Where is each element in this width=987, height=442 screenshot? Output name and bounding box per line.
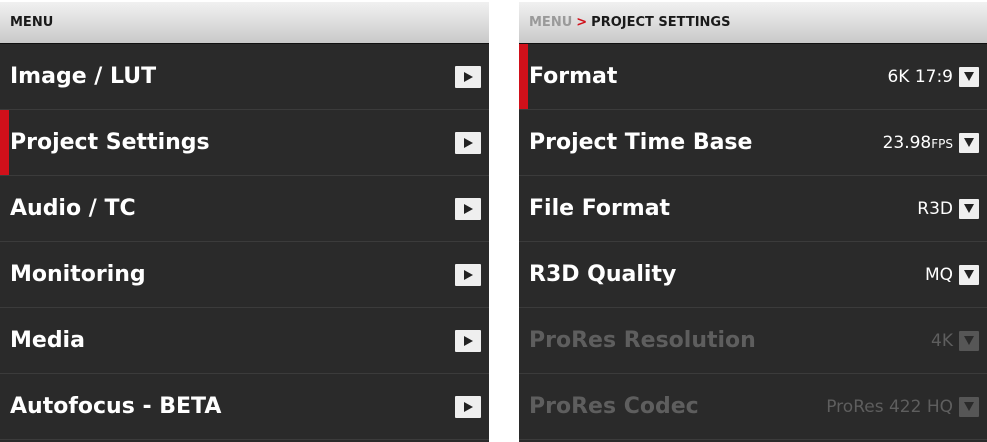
- setting-label: ProRes Codec: [529, 394, 699, 419]
- breadcrumb: MENU > PROJECT SETTINGS: [519, 2, 987, 44]
- setting-file-format[interactable]: File Format R3D: [519, 176, 987, 242]
- chevron-down-icon[interactable]: [959, 66, 979, 87]
- chevron-down-icon[interactable]: [959, 198, 979, 219]
- selection-indicator: [0, 110, 9, 175]
- setting-label: ProRes Resolution: [529, 328, 756, 353]
- setting-value: R3D: [917, 198, 953, 219]
- breadcrumb-separator: >: [576, 15, 588, 30]
- menu-item-label: Project Settings: [10, 130, 210, 155]
- menu-item-media[interactable]: Media: [0, 308, 489, 374]
- setting-value: 23.98FPS: [883, 133, 953, 153]
- setting-prores-codec: ProRes Codec ProRes 422 HQ: [519, 374, 987, 440]
- breadcrumb-root[interactable]: MENU: [529, 15, 572, 30]
- chevron-right-icon[interactable]: [455, 263, 481, 286]
- project-settings-panel: MENU > PROJECT SETTINGS Format 6K 17:9 P…: [519, 2, 987, 442]
- selection-indicator: [519, 44, 528, 109]
- menu-item-label: Monitoring: [10, 262, 146, 287]
- setting-r3d-quality[interactable]: R3D Quality MQ: [519, 242, 987, 308]
- menu-panel: MENU Image / LUT Project Settings Audio …: [0, 2, 489, 442]
- setting-prores-resolution: ProRes Resolution 4K: [519, 308, 987, 374]
- menu-title: MENU: [10, 15, 54, 30]
- chevron-right-icon[interactable]: [455, 65, 481, 88]
- menu-item-label: Image / LUT: [10, 64, 157, 89]
- setting-label: R3D Quality: [529, 262, 677, 287]
- setting-format[interactable]: Format 6K 17:9: [519, 44, 987, 110]
- menu-item-monitoring[interactable]: Monitoring: [0, 242, 489, 308]
- setting-label: Format: [529, 64, 618, 89]
- menu-item-audio-tc[interactable]: Audio / TC: [0, 176, 489, 242]
- chevron-down-icon: [959, 330, 979, 351]
- menu-item-label: Media: [10, 328, 85, 353]
- chevron-down-icon: [959, 396, 979, 417]
- menu-header: MENU: [0, 2, 489, 44]
- breadcrumb-current: PROJECT SETTINGS: [591, 15, 731, 30]
- chevron-down-icon[interactable]: [959, 132, 979, 153]
- setting-label: Project Time Base: [529, 130, 753, 155]
- menu-item-project-settings[interactable]: Project Settings: [0, 110, 489, 176]
- setting-value: 6K 17:9: [887, 66, 953, 87]
- chevron-right-icon[interactable]: [455, 395, 481, 418]
- chevron-right-icon[interactable]: [455, 329, 481, 352]
- value-unit: FPS: [931, 136, 953, 151]
- setting-value: MQ: [924, 264, 953, 285]
- setting-project-time-base[interactable]: Project Time Base 23.98FPS: [519, 110, 987, 176]
- setting-value: ProRes 422 HQ: [826, 396, 953, 417]
- setting-label: File Format: [529, 196, 671, 221]
- chevron-right-icon[interactable]: [455, 131, 481, 154]
- chevron-right-icon[interactable]: [455, 197, 481, 220]
- chevron-down-icon[interactable]: [959, 264, 979, 285]
- menu-item-label: Audio / TC: [10, 196, 136, 221]
- menu-item-autofocus-beta[interactable]: Autofocus - BETA: [0, 374, 489, 440]
- setting-value: 4K: [931, 330, 953, 351]
- value-number: 23.98: [882, 132, 932, 153]
- menu-item-label: Autofocus - BETA: [10, 394, 222, 419]
- menu-item-image-lut[interactable]: Image / LUT: [0, 44, 489, 110]
